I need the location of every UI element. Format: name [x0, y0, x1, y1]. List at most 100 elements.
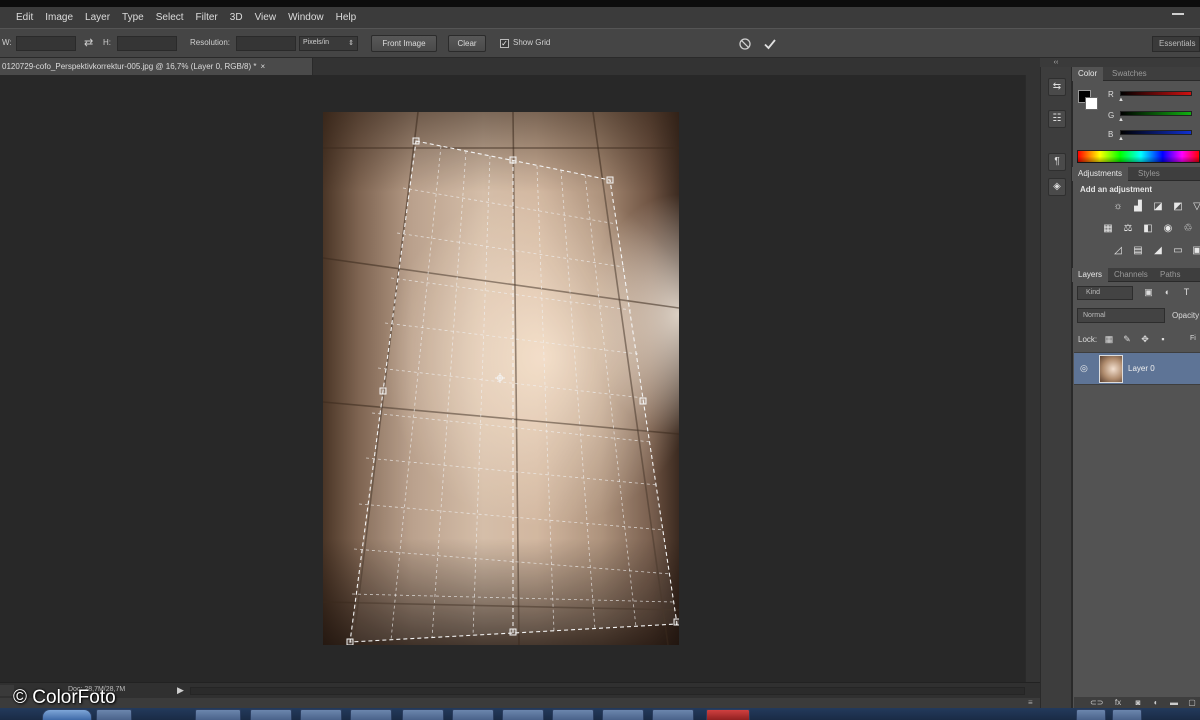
tab-layers[interactable]: Layers — [1072, 268, 1109, 282]
width-input[interactable] — [16, 36, 76, 51]
tab-color[interactable]: Color — [1072, 67, 1104, 81]
front-image-button[interactable]: Front Image — [371, 35, 437, 52]
blend-mode-select[interactable]: Normal — [1077, 308, 1165, 323]
history-icon[interactable]: ⇆ — [1048, 78, 1066, 96]
taskbar-app-5[interactable] — [350, 709, 392, 720]
taskbar-app-4[interactable] — [300, 709, 342, 720]
exposure-icon[interactable]: ◩ — [1171, 201, 1185, 213]
tab-swatches[interactable]: Swatches — [1106, 67, 1153, 81]
tab-channels[interactable]: Channels — [1108, 268, 1154, 282]
threshold-icon[interactable]: ◢ — [1151, 245, 1165, 257]
clear-button[interactable]: Clear — [448, 35, 486, 52]
red-slider[interactable] — [1120, 91, 1192, 96]
resolution-input[interactable] — [236, 36, 296, 51]
menu-window[interactable]: Window — [282, 12, 330, 23]
menu-image[interactable]: Image — [39, 12, 79, 23]
handle-top-right[interactable] — [606, 176, 614, 184]
lock-transparent-icon[interactable]: ▦ — [1104, 334, 1114, 344]
handle-bottom-right[interactable] — [673, 618, 679, 626]
tab-adjustments[interactable]: Adjustments — [1072, 167, 1129, 181]
taskbar-app-8[interactable] — [502, 709, 544, 720]
menu-3d[interactable]: 3D — [224, 12, 249, 23]
filter-adjustment-icon[interactable]: ◐ — [1162, 287, 1173, 298]
invert-icon[interactable]: ◿ — [1111, 245, 1125, 257]
gradient-map-icon[interactable]: ▭ — [1171, 245, 1185, 257]
taskbar-app-2[interactable] — [195, 709, 241, 720]
curves-icon[interactable]: ◪ — [1151, 201, 1165, 213]
commit-transform-icon[interactable] — [763, 37, 777, 51]
menu-view[interactable]: View — [249, 12, 283, 23]
taskbar-app-10[interactable] — [602, 709, 644, 720]
horizontal-scrollbar[interactable] — [190, 687, 1025, 695]
height-input[interactable] — [117, 36, 177, 51]
taskbar-app-7[interactable] — [452, 709, 494, 720]
handle-top-middle[interactable] — [509, 156, 517, 164]
hue-saturation-icon[interactable]: ▦ — [1101, 223, 1115, 235]
menu-layer[interactable]: Layer — [79, 12, 116, 23]
link-layers-icon[interactable]: ⊂⊃ — [1090, 698, 1103, 708]
photo-filter-icon[interactable]: ◉ — [1161, 223, 1175, 235]
taskbar-app-9[interactable] — [552, 709, 594, 720]
start-button[interactable] — [42, 709, 92, 720]
minimize-button[interactable] — [1172, 13, 1184, 15]
show-grid-checkbox[interactable]: ✓ — [500, 39, 509, 48]
handle-middle-left[interactable] — [379, 387, 387, 395]
menu-help[interactable]: Help — [330, 12, 363, 23]
tab-styles[interactable]: Styles — [1132, 167, 1166, 181]
lock-all-icon[interactable]: ▪ — [1158, 334, 1168, 344]
tab-close-icon[interactable]: × — [260, 62, 265, 71]
zoom-field[interactable] — [0, 685, 14, 696]
panel-menu-icon[interactable]: ≡ — [1028, 698, 1033, 707]
taskbar-app-6[interactable] — [402, 709, 444, 720]
lock-image-icon[interactable]: ✎ — [1122, 334, 1132, 344]
new-adjustment-icon[interactable]: ◐ — [1150, 698, 1162, 708]
blue-slider-knob-icon[interactable]: ▲ — [1118, 136, 1124, 142]
handle-top-left[interactable] — [412, 137, 420, 145]
menu-filter[interactable]: Filter — [190, 12, 224, 23]
3d-cube-icon[interactable]: ◈ — [1048, 178, 1066, 196]
handle-middle-right[interactable] — [639, 397, 647, 405]
cancel-transform-icon[interactable] — [739, 38, 751, 50]
filter-pixel-icon[interactable]: ▣ — [1143, 287, 1154, 298]
swap-icon[interactable]: ⇄ — [84, 37, 96, 49]
taskbar-app-11[interactable] — [652, 709, 694, 720]
blue-slider[interactable] — [1120, 130, 1192, 135]
taskbar-app-3[interactable] — [250, 709, 292, 720]
workspace-switcher[interactable]: Essentials — [1152, 36, 1200, 52]
collapse-panels-icon[interactable]: ‹‹ — [1040, 58, 1072, 67]
document-image[interactable] — [323, 112, 679, 645]
filter-type-icon[interactable]: T — [1181, 287, 1192, 298]
channel-mixer-icon[interactable]: ♲ — [1181, 223, 1195, 235]
taskbar-tray-2[interactable] — [1112, 709, 1142, 720]
handle-bottom-left[interactable] — [346, 638, 354, 645]
eye-icon[interactable]: ◎ — [1080, 363, 1090, 373]
levels-icon[interactable]: ▟ — [1131, 201, 1145, 213]
layer-name[interactable]: Layer 0 — [1128, 364, 1155, 373]
menu-edit[interactable]: Edit — [10, 12, 39, 23]
black-white-icon[interactable]: ◧ — [1141, 223, 1155, 235]
layer-filter-select[interactable]: Kind — [1077, 286, 1133, 300]
layer-style-icon[interactable]: fx — [1112, 698, 1124, 708]
units-select[interactable]: Pixels/in ⇕ — [299, 36, 358, 51]
brightness-contrast-icon[interactable]: ☼ — [1111, 201, 1125, 213]
vertical-scrollbar[interactable] — [1025, 75, 1040, 682]
posterize-icon[interactable]: ▤ — [1131, 245, 1145, 257]
menu-type[interactable]: Type — [116, 12, 150, 23]
lock-position-icon[interactable]: ✥ — [1140, 334, 1150, 344]
status-menu-arrow-icon[interactable]: ▶ — [177, 685, 184, 696]
taskbar-tray-1[interactable] — [1076, 709, 1106, 720]
properties-icon[interactable]: ☷ — [1048, 110, 1066, 128]
add-mask-icon[interactable]: ◙ — [1132, 698, 1144, 708]
new-layer-icon[interactable]: ▢ — [1186, 698, 1198, 708]
red-slider-knob-icon[interactable]: ▲ — [1118, 97, 1124, 103]
green-slider-knob-icon[interactable]: ▲ — [1118, 117, 1124, 123]
document-tab[interactable]: 0120729-cofo_Perspektivkorrektur-005.jpg… — [0, 58, 313, 75]
paragraph-icon[interactable]: ¶ — [1048, 153, 1066, 171]
handle-bottom-middle[interactable] — [509, 628, 517, 636]
new-group-icon[interactable]: ▬ — [1168, 698, 1180, 708]
selective-color-icon[interactable]: ▣ — [1190, 245, 1200, 257]
tab-paths[interactable]: Paths — [1154, 268, 1186, 282]
green-slider[interactable] — [1120, 111, 1192, 116]
taskbar-app-1[interactable] — [96, 709, 132, 720]
menu-select[interactable]: Select — [150, 12, 190, 23]
